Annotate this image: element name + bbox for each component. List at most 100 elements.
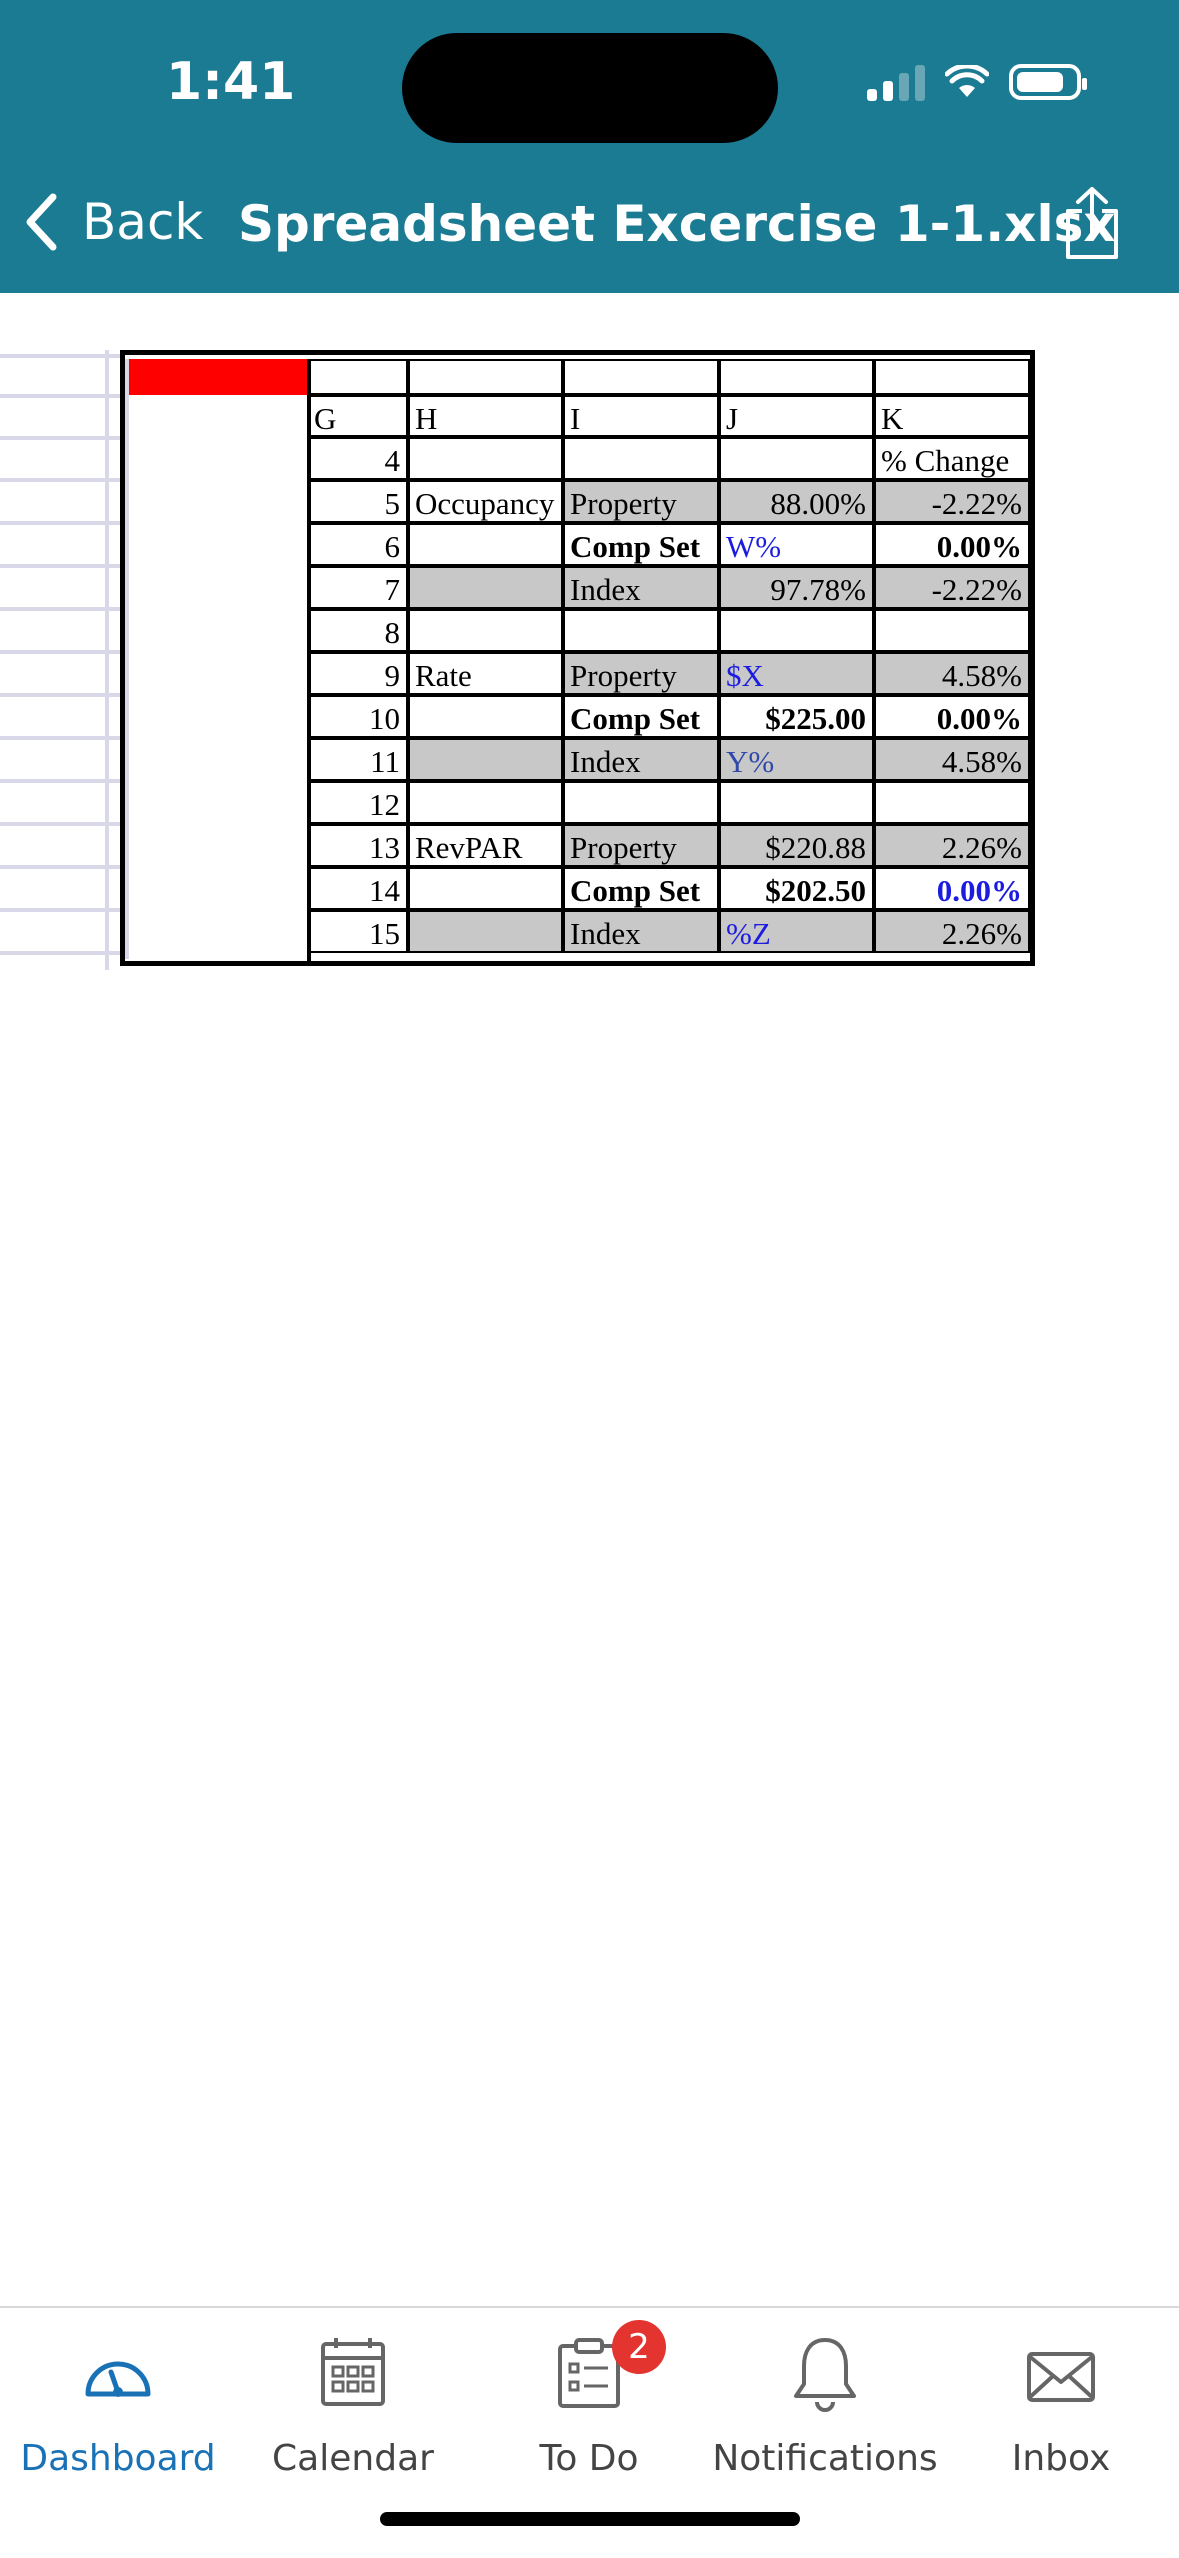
- chevron-left-icon: [26, 193, 57, 251]
- bell-icon: [794, 2338, 856, 2412]
- row-label[interactable]: [408, 437, 563, 480]
- row-number[interactable]: 10: [307, 695, 408, 738]
- back-button[interactable]: Back: [24, 193, 203, 251]
- value-cell[interactable]: [719, 609, 874, 652]
- metric-label[interactable]: Comp Set: [563, 695, 719, 738]
- change-header[interactable]: % Change: [874, 437, 1030, 480]
- value-cell[interactable]: 88.00%: [719, 480, 874, 523]
- row-label[interactable]: RevPAR: [408, 824, 563, 867]
- row-number[interactable]: 5: [307, 480, 408, 523]
- value-cell[interactable]: [719, 781, 874, 824]
- signal-icon: [867, 63, 925, 101]
- change-cell[interactable]: 4.58%: [874, 738, 1030, 781]
- tab-todo[interactable]: To Do: [471, 2328, 707, 2479]
- value-cell[interactable]: $X: [719, 652, 874, 695]
- sheet-cell[interactable]: [563, 359, 719, 395]
- column-header-h[interactable]: H: [408, 395, 563, 437]
- row-number[interactable]: 14: [307, 867, 408, 910]
- value-cell[interactable]: W%: [719, 523, 874, 566]
- tab-notifications[interactable]: Notifications: [707, 2328, 943, 2479]
- row-label[interactable]: [408, 566, 563, 609]
- tab-label: Notifications: [712, 2438, 938, 2479]
- home-indicator: [380, 2512, 800, 2526]
- value-cell[interactable]: %Z: [719, 910, 874, 953]
- metric-label[interactable]: Index: [563, 566, 719, 609]
- row-label[interactable]: Occupancy: [408, 480, 563, 523]
- todo-badge: 2: [612, 2320, 666, 2374]
- row-label[interactable]: [408, 781, 563, 824]
- back-label: Back: [82, 193, 204, 251]
- dashboard-icon: [85, 2361, 151, 2397]
- tab-calendar[interactable]: Calendar: [235, 2328, 471, 2479]
- status-icons: [867, 63, 1087, 101]
- metric-label[interactable]: Comp Set: [563, 523, 719, 566]
- tab-dashboard[interactable]: Dashboard: [0, 2328, 236, 2479]
- metric-label[interactable]: Index: [563, 738, 719, 781]
- dynamic-island: [402, 33, 778, 143]
- change-cell[interactable]: -2.22%: [874, 480, 1030, 523]
- change-cell[interactable]: [874, 609, 1030, 652]
- sheet-cell[interactable]: [307, 359, 408, 395]
- row-label[interactable]: [408, 910, 563, 953]
- top-bar: 1:41 Back Spreadsheet Excercise 1-1.xlsx: [0, 0, 1179, 293]
- tab-label: Dashboard: [20, 2438, 216, 2479]
- sheet-cell[interactable]: [408, 359, 563, 395]
- page-title: Spreadsheet Excercise 1-1.xlsx: [238, 195, 1116, 253]
- metric-label[interactable]: [563, 609, 719, 652]
- change-cell[interactable]: [874, 781, 1030, 824]
- column-header-j[interactable]: J: [719, 395, 874, 437]
- envelope-icon: [1027, 2352, 1095, 2402]
- status-time: 1:41: [166, 52, 296, 112]
- metric-label[interactable]: [563, 781, 719, 824]
- wifi-icon: [945, 65, 989, 97]
- value-cell[interactable]: 97.78%: [719, 566, 874, 609]
- spreadsheet-view[interactable]: G H I J K 4% Change 5 Occupancy Property 88.00% -2…: [0, 350, 1040, 970]
- row-number[interactable]: 6: [307, 523, 408, 566]
- row-number[interactable]: 9: [307, 652, 408, 695]
- metric-label[interactable]: Property: [563, 652, 719, 695]
- tab-inbox[interactable]: Inbox: [943, 2328, 1179, 2479]
- calendar-icon: [321, 2338, 385, 2406]
- sheet-cell[interactable]: [874, 359, 1030, 395]
- metric-label[interactable]: Property: [563, 824, 719, 867]
- row-number[interactable]: 12: [307, 781, 408, 824]
- change-cell[interactable]: -2.22%: [874, 566, 1030, 609]
- change-cell[interactable]: 0.00%: [874, 523, 1030, 566]
- metric-label[interactable]: Index: [563, 910, 719, 953]
- column-header-g[interactable]: G: [307, 395, 408, 437]
- row-label[interactable]: [408, 609, 563, 652]
- row-label[interactable]: Rate: [408, 652, 563, 695]
- row-number[interactable]: 15: [307, 910, 408, 953]
- row-label[interactable]: [408, 738, 563, 781]
- share-icon[interactable]: [1060, 185, 1124, 261]
- row-label[interactable]: [408, 867, 563, 910]
- value-cell[interactable]: $220.88: [719, 824, 874, 867]
- row-number[interactable]: 13: [307, 824, 408, 867]
- row-label[interactable]: [408, 695, 563, 738]
- row-number[interactable]: 7: [307, 566, 408, 609]
- highlighted-cell[interactable]: [127, 359, 307, 395]
- value-cell[interactable]: Y%: [719, 738, 874, 781]
- row-label[interactable]: [408, 523, 563, 566]
- metric-label[interactable]: Property: [563, 480, 719, 523]
- sheet-cell[interactable]: [719, 359, 874, 395]
- row-number[interactable]: 4: [307, 437, 408, 480]
- value-cell[interactable]: $225.00: [719, 695, 874, 738]
- value-cell[interactable]: [719, 437, 874, 480]
- nav-bar: Back Spreadsheet Excercise 1-1.xlsx: [0, 185, 1179, 265]
- change-cell[interactable]: 0.00%: [874, 695, 1030, 738]
- change-cell[interactable]: 2.26%: [874, 824, 1030, 867]
- metric-label[interactable]: [563, 437, 719, 480]
- change-cell[interactable]: 0.00%: [874, 867, 1030, 910]
- change-cell[interactable]: 4.58%: [874, 652, 1030, 695]
- metric-label[interactable]: Comp Set: [563, 867, 719, 910]
- column-header-i[interactable]: I: [563, 395, 719, 437]
- row-number[interactable]: 8: [307, 609, 408, 652]
- column-header-k[interactable]: K: [874, 395, 1030, 437]
- battery-icon: [1009, 64, 1087, 100]
- value-cell[interactable]: $202.50: [719, 867, 874, 910]
- row-number[interactable]: 11: [307, 738, 408, 781]
- tab-label: Calendar: [272, 2438, 434, 2479]
- tab-label: Inbox: [1011, 2438, 1111, 2479]
- change-cell[interactable]: 2.26%: [874, 910, 1030, 953]
